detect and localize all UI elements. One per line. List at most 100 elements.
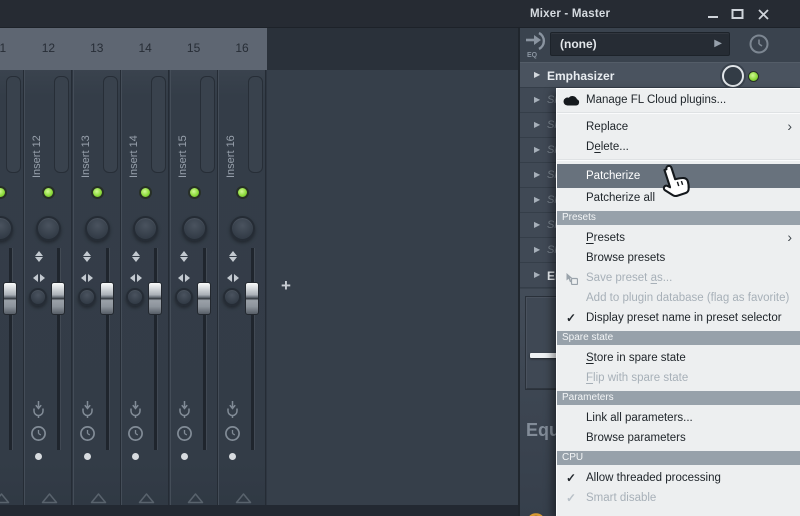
mute-led[interactable] xyxy=(187,186,201,199)
row-expand-arrow-icon[interactable]: ▶ xyxy=(534,95,540,104)
pan-knob[interactable] xyxy=(84,216,110,241)
checkmark-icon: ✓ xyxy=(565,311,577,325)
pan-knob[interactable] xyxy=(133,216,159,241)
menu-item[interactable]: ✓ Allow threaded processing xyxy=(557,468,800,488)
routing-icon[interactable] xyxy=(31,400,46,418)
leftright-arrows-icon[interactable] xyxy=(176,269,193,287)
volume-fader-track[interactable] xyxy=(57,248,61,450)
mixer-strip[interactable]: Insert 14 xyxy=(121,70,170,505)
pan-knob[interactable] xyxy=(230,216,255,241)
arm-dot[interactable] xyxy=(83,453,91,460)
stereo-separation-knob[interactable] xyxy=(223,288,241,306)
arm-dot[interactable] xyxy=(132,453,140,460)
row-expand-arrow-icon[interactable]: ▶ xyxy=(534,170,540,179)
mixer-strip[interactable] xyxy=(0,70,24,505)
clock-icon[interactable] xyxy=(127,425,144,442)
close-button[interactable] xyxy=(754,6,772,22)
channel-number[interactable]: 11 xyxy=(0,28,24,70)
maximize-button[interactable] xyxy=(728,6,746,22)
plugin-enable-led[interactable] xyxy=(748,71,759,82)
clock-icon[interactable] xyxy=(224,425,241,442)
volume-fader-handle[interactable] xyxy=(148,282,163,315)
mute-led[interactable] xyxy=(236,186,249,199)
pan-knob[interactable] xyxy=(181,216,207,241)
channel-number[interactable]: 13 xyxy=(73,28,121,70)
minimize-button[interactable] xyxy=(704,6,722,22)
volume-fader-handle[interactable] xyxy=(51,282,66,315)
menu-item[interactable]: Store in spare state xyxy=(557,348,800,368)
row-expand-arrow-icon[interactable]: ▶ xyxy=(534,270,540,279)
checkmark-icon: ✓ xyxy=(565,471,577,485)
routing-icon[interactable] xyxy=(80,400,95,418)
row-expand-arrow-icon[interactable]: ▶ xyxy=(534,220,540,229)
volume-fader-handle[interactable] xyxy=(196,282,211,315)
mute-led[interactable] xyxy=(42,186,56,199)
routing-icon[interactable] xyxy=(128,400,143,418)
leftright-arrows-icon[interactable] xyxy=(224,269,241,287)
menu-item[interactable]: Browse presets xyxy=(557,248,800,268)
clock-icon[interactable] xyxy=(30,425,47,442)
volume-fader-handle[interactable] xyxy=(245,282,259,315)
mixer-strip[interactable]: Insert 15 xyxy=(169,70,218,505)
volume-fader-track[interactable] xyxy=(105,248,109,450)
mute-led[interactable] xyxy=(0,186,7,199)
orange-clock-icon[interactable] xyxy=(525,512,547,516)
stereo-separation-knob[interactable] xyxy=(29,288,48,306)
row-expand-arrow-icon[interactable]: ▶ xyxy=(534,195,540,204)
routing-icon[interactable] xyxy=(225,400,240,418)
slot-selector[interactable]: (none) ▶ xyxy=(550,32,730,56)
updown-arrows-icon[interactable] xyxy=(30,250,47,263)
volume-fader-track[interactable] xyxy=(202,248,206,450)
mute-led[interactable] xyxy=(139,186,153,199)
arm-dot[interactable] xyxy=(35,453,43,460)
menu-item[interactable]: ✓ Display preset name in preset selector xyxy=(557,308,800,328)
mixer-strip[interactable]: Insert 13 xyxy=(72,70,121,505)
channel-number[interactable]: 12 xyxy=(24,28,72,70)
channel-number[interactable]: 15 xyxy=(170,28,218,70)
stereo-separation-knob[interactable] xyxy=(174,288,193,306)
clock-button[interactable] xyxy=(748,33,770,55)
leftright-arrows-icon[interactable] xyxy=(127,269,144,287)
leftright-arrows-icon[interactable] xyxy=(30,269,47,287)
menu-item[interactable]: Presets › xyxy=(557,228,800,248)
menu-item[interactable]: Manage FL Cloud plugins... xyxy=(557,90,800,110)
pan-knob[interactable] xyxy=(36,216,62,241)
channel-number[interactable]: 16 xyxy=(218,28,266,70)
triangle-icon xyxy=(90,491,107,504)
mixer-strip[interactable]: Insert 16 xyxy=(218,70,266,505)
row-expand-arrow-icon[interactable]: ▶ xyxy=(534,145,540,154)
leftright-arrows-icon[interactable] xyxy=(79,269,96,287)
plugin-mix-knob[interactable] xyxy=(722,65,744,87)
routing-icon[interactable] xyxy=(177,400,192,418)
mute-led[interactable] xyxy=(90,186,104,199)
updown-arrows-icon[interactable] xyxy=(127,250,144,263)
menu-item-label: Add to plugin database (flag as favorite… xyxy=(586,292,790,304)
menu-item[interactable]: Replace › xyxy=(557,117,800,137)
clock-icon[interactable] xyxy=(79,425,96,442)
channel-number[interactable]: 14 xyxy=(121,28,169,70)
eq-routing-icon[interactable]: EQ xyxy=(523,31,551,59)
arm-dot[interactable] xyxy=(229,453,236,460)
volume-fader-handle[interactable] xyxy=(99,282,114,315)
menu-item[interactable]: Link all parameters... xyxy=(557,408,800,428)
volume-fader-track[interactable] xyxy=(9,248,12,450)
updown-arrows-icon[interactable] xyxy=(224,250,241,263)
menu-item[interactable]: Browse parameters xyxy=(557,428,800,448)
stereo-separation-knob[interactable] xyxy=(77,288,96,306)
volume-fader-track[interactable] xyxy=(154,248,158,450)
row-expand-arrow-icon[interactable]: ▶ xyxy=(534,120,540,129)
volume-fader-handle[interactable] xyxy=(3,282,17,315)
pan-knob[interactable] xyxy=(0,216,13,241)
menu-item[interactable]: Delete... xyxy=(557,137,800,157)
mixer-strip[interactable]: Insert 12 xyxy=(24,70,73,505)
row-expand-arrow-icon[interactable]: ▶ xyxy=(534,245,540,254)
arm-dot[interactable] xyxy=(180,453,188,460)
updown-arrows-icon[interactable] xyxy=(176,250,193,263)
updown-arrows-icon[interactable] xyxy=(79,250,96,263)
row-expand-arrow-icon[interactable]: ▶ xyxy=(534,70,540,79)
clock-icon[interactable] xyxy=(176,425,193,442)
rack-row-emphasizer[interactable]: ▶ Emphasizer xyxy=(520,62,800,88)
menu-item-gutter xyxy=(557,348,585,368)
stereo-separation-knob[interactable] xyxy=(126,288,145,306)
volume-fader-track[interactable] xyxy=(251,248,254,450)
